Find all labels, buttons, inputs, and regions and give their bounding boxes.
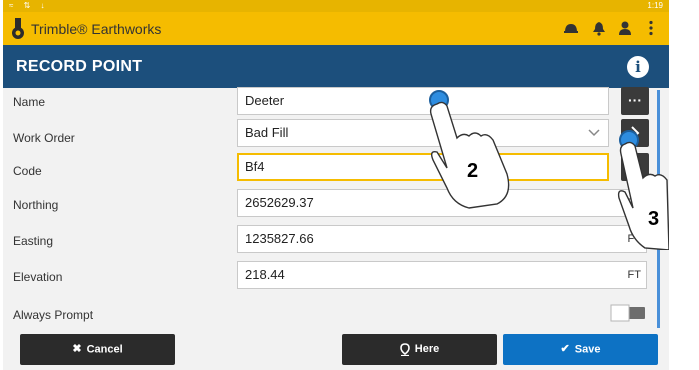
step-callout-2: 2 <box>467 160 479 182</box>
always-prompt-toggle[interactable] <box>609 304 647 322</box>
elevation-value: 218.44 <box>245 267 285 282</box>
here-button[interactable]: Here <box>342 334 497 365</box>
notification-bell-icon[interactable] <box>591 20 607 36</box>
here-label: Here <box>414 343 440 355</box>
cancel-label: Cancel <box>86 343 123 356</box>
helmet-icon[interactable] <box>563 20 579 36</box>
name-label: Name <box>13 95 46 109</box>
elevation-unit: FT <box>627 269 641 281</box>
app-header: Trimble® Earthworks <box>3 12 669 45</box>
name-more-button[interactable]: ··· <box>621 87 649 115</box>
cancel-button[interactable]: ✖ Cancel <box>20 334 175 365</box>
app-screen: ≈ ⇅ ↓ 1:19 Trimble® Earthworks RECORD PO <box>3 0 669 370</box>
northing-value: 2652629.37 <box>245 195 314 210</box>
work-order-value: Bad Fill <box>245 125 289 140</box>
pointing-hand-icon-2 <box>617 141 669 250</box>
save-button[interactable]: ✔ Save <box>503 334 658 365</box>
pointing-hand-icon <box>429 101 510 209</box>
chevron-down-icon <box>588 129 600 137</box>
checkmark-icon: ✔ <box>560 343 570 355</box>
earthworks-logo-icon <box>12 18 24 39</box>
easting-label: Easting <box>13 234 54 248</box>
always-prompt-label: Always Prompt <box>13 308 94 322</box>
user-profile-icon[interactable] <box>617 20 633 36</box>
easting-input[interactable]: 1235827.66 FT <box>237 225 647 253</box>
easting-value: 1235827.66 <box>245 231 314 246</box>
status-time: 1:19 <box>647 1 663 10</box>
page-title: RECORD POINT <box>16 58 143 75</box>
system-status-bar: ≈ ⇅ ↓ 1:19 <box>3 0 669 12</box>
status-icons: ≈ ⇅ ↓ <box>9 1 49 10</box>
step-callout-3: 3 <box>648 208 660 230</box>
save-label: Save <box>574 343 601 356</box>
elevation-label: Elevation <box>13 270 63 284</box>
location-pin-icon <box>399 342 410 356</box>
app-title: Trimble® Earthworks <box>31 21 162 37</box>
code-label: Code <box>13 164 42 178</box>
northing-label: Northing <box>13 198 59 212</box>
close-icon: ✖ <box>72 343 82 355</box>
page-title-bar: RECORD POINT i <box>3 45 669 88</box>
elevation-input[interactable]: 218.44 FT <box>237 261 647 289</box>
info-icon[interactable]: i <box>627 56 649 78</box>
work-order-label: Work Order <box>13 131 75 145</box>
overflow-menu-icon[interactable] <box>643 20 659 36</box>
